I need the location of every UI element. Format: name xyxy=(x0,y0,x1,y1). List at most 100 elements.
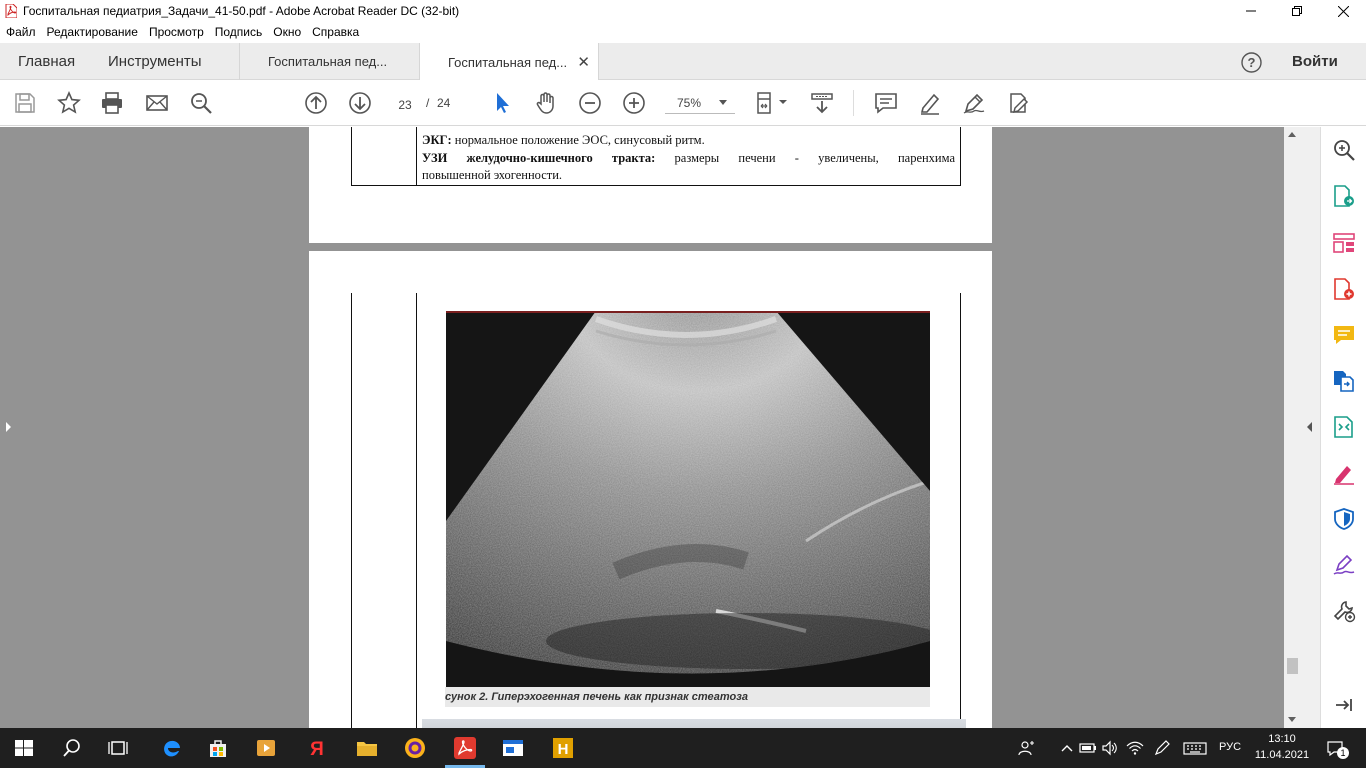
star-icon xyxy=(57,91,81,114)
tray-pen[interactable] xyxy=(1153,740,1171,756)
table-border xyxy=(351,293,352,728)
bookmark-star-button[interactable] xyxy=(57,91,81,115)
protect-button[interactable] xyxy=(1332,507,1356,531)
envelope-icon xyxy=(146,95,168,111)
export-pdf-button[interactable] xyxy=(1332,184,1356,208)
taskbar-store[interactable] xyxy=(206,736,230,760)
comment-tool-button[interactable] xyxy=(1332,323,1356,347)
taskbar-yandex[interactable]: Я xyxy=(305,736,329,760)
menu-sign[interactable]: Подпись xyxy=(209,22,268,42)
tray-battery[interactable] xyxy=(1079,740,1097,756)
organize-pages-button[interactable] xyxy=(1332,231,1356,255)
tray-show-hidden[interactable] xyxy=(1058,740,1076,756)
taskbar-file-explorer[interactable] xyxy=(355,736,379,760)
fill-sign-icon xyxy=(1010,93,1029,114)
menu-edit[interactable]: Редактирование xyxy=(41,22,143,42)
more-tools-button[interactable] xyxy=(1332,599,1356,623)
taskbar-video-player[interactable] xyxy=(254,736,278,760)
fill-sign-tool-button[interactable] xyxy=(1332,461,1356,485)
start-button[interactable] xyxy=(12,736,36,760)
tab-tools[interactable]: Инструменты xyxy=(108,43,202,80)
tray-network[interactable] xyxy=(1126,740,1144,756)
scroll-mode-button[interactable] xyxy=(810,91,834,115)
tray-people[interactable] xyxy=(1018,740,1036,756)
scroll-up-icon[interactable] xyxy=(1288,132,1296,137)
minimize-button[interactable] xyxy=(1228,0,1274,22)
vertical-scrollbar[interactable] xyxy=(1284,127,1301,728)
task-view-button[interactable] xyxy=(106,736,130,760)
create-pdf-button[interactable] xyxy=(1332,277,1356,301)
windows-taskbar: Я H РУС 13:10 11.04.2021 1 xyxy=(0,728,1366,768)
pen-highlight-icon xyxy=(920,93,940,115)
window-app-icon xyxy=(503,740,523,756)
task-view-icon xyxy=(108,741,128,755)
page-fit-icon xyxy=(757,92,787,114)
scroll-down-icon[interactable] xyxy=(1288,717,1296,722)
tab-document-1[interactable]: Госпитальная пед... xyxy=(239,43,419,80)
minus-circle-icon xyxy=(579,92,601,114)
taskbar-search-button[interactable] xyxy=(60,736,84,760)
chevron-down-icon xyxy=(719,100,727,105)
close-window-button[interactable] xyxy=(1320,0,1366,22)
ultrasound-text-line1: УЗИ желудочно-кишечного тракта: размеры … xyxy=(422,150,955,167)
request-signature-button[interactable] xyxy=(1332,553,1356,577)
taskbar-edge[interactable] xyxy=(159,736,183,760)
page-number-input[interactable] xyxy=(386,92,424,114)
printer-icon xyxy=(102,92,122,114)
taskbar-hotkeys-app[interactable]: H xyxy=(551,736,575,760)
tab-document-1-label: Госпитальная пед... xyxy=(268,54,388,69)
organize-pages-icon xyxy=(1333,233,1355,253)
menu-help[interactable]: Справка xyxy=(306,22,364,42)
ultrasound-text-line2: повышенной эхогенности. xyxy=(422,168,563,182)
search-tool-button[interactable] xyxy=(1332,138,1356,162)
tab-close-icon[interactable]: ✕ xyxy=(577,53,590,71)
tray-language[interactable]: РУС xyxy=(1219,741,1241,753)
edit-pdf-button[interactable] xyxy=(1332,415,1356,439)
store-bag-icon xyxy=(210,740,226,757)
page-view-button[interactable] xyxy=(755,91,789,115)
sign-in-button[interactable]: Войти xyxy=(1292,53,1338,70)
svg-text:Я: Я xyxy=(310,739,324,760)
taskbar-tor-browser[interactable] xyxy=(403,736,427,760)
close-icon xyxy=(1337,5,1349,17)
restore-button[interactable] xyxy=(1274,0,1320,22)
fill-sign-button[interactable] xyxy=(1006,91,1030,115)
menu-view[interactable]: Просмотр xyxy=(143,22,209,42)
find-button[interactable] xyxy=(189,91,213,115)
previous-page-button[interactable] xyxy=(304,91,328,115)
sign-button[interactable] xyxy=(962,91,986,115)
tray-clock-time[interactable]: 13:10 xyxy=(1257,733,1307,745)
taskbar-acrobat[interactable] xyxy=(453,736,477,760)
page-total: 24 xyxy=(437,96,451,110)
print-button[interactable] xyxy=(100,91,124,115)
next-page-button[interactable] xyxy=(348,91,372,115)
zoom-in-button[interactable] xyxy=(622,91,646,115)
hotkeys-app-icon: H xyxy=(553,738,573,758)
save-button[interactable] xyxy=(13,91,37,115)
tab-home[interactable]: Главная xyxy=(18,43,75,80)
menu-file[interactable]: Файл xyxy=(0,22,41,42)
zoom-dropdown[interactable]: 75% xyxy=(665,92,735,114)
tray-clock-date[interactable]: 11.04.2021 xyxy=(1250,749,1314,761)
tray-touch-keyboard[interactable] xyxy=(1183,740,1207,756)
right-pane-toggle[interactable] xyxy=(1301,127,1320,728)
comment-button[interactable] xyxy=(874,91,898,115)
zoom-out-button[interactable] xyxy=(578,91,602,115)
people-icon xyxy=(1018,741,1034,756)
arrow-up-circle-icon xyxy=(305,92,327,114)
export-pdf-icon xyxy=(1334,185,1354,207)
help-icon[interactable]: ? xyxy=(1241,52,1262,73)
select-tool-button[interactable] xyxy=(490,91,514,115)
menu-window[interactable]: Окно xyxy=(267,22,306,42)
highlight-button[interactable] xyxy=(918,91,942,115)
tab-document-2[interactable]: Госпитальная пед... ✕ xyxy=(419,43,599,81)
collapse-pane-button[interactable] xyxy=(1332,693,1356,717)
email-button[interactable] xyxy=(145,91,169,115)
taskbar-presentation-app[interactable] xyxy=(501,736,525,760)
hand-tool-button[interactable] xyxy=(534,91,558,115)
document-viewport[interactable]: ЭКГ: нормальное положение ЭОС, синусовый… xyxy=(0,127,1320,728)
left-pane-toggle[interactable] xyxy=(0,127,20,728)
combine-files-button[interactable] xyxy=(1332,369,1356,393)
tray-volume[interactable] xyxy=(1101,740,1119,756)
scrollbar-thumb[interactable] xyxy=(1287,658,1298,674)
